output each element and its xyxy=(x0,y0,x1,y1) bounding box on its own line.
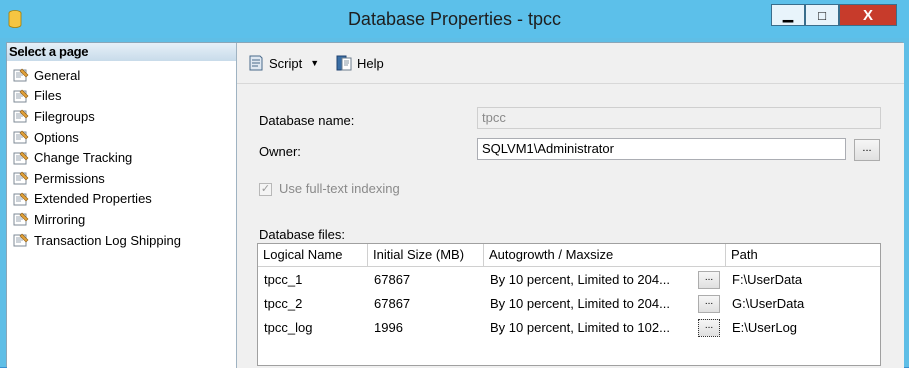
page-item-label: Transaction Log Shipping xyxy=(34,232,181,248)
page-wrench-icon xyxy=(13,130,29,144)
database-name-label: Database name: xyxy=(259,113,355,128)
page-item-files[interactable]: Files xyxy=(13,86,181,107)
path-cell[interactable]: G:\UserData xyxy=(726,292,880,316)
table-row[interactable]: tpcc_log 1996 By 10 percent, Limited to … xyxy=(258,316,880,340)
autogrowth-cell: By 10 percent, Limited to 204... xyxy=(490,272,670,287)
page-item-extended-properties[interactable]: Extended Properties xyxy=(13,189,181,210)
maximize-button[interactable]: □ xyxy=(805,4,839,26)
script-label: Script xyxy=(269,55,303,71)
database-files-grid: Logical Name Initial Size (MB) Autogrowt… xyxy=(257,243,881,366)
page-item-change-tracking[interactable]: Change Tracking xyxy=(13,147,181,168)
files-page-pane: Script ▼ Help Database name: tpcc Owner:… xyxy=(237,43,904,368)
page-wrench-icon xyxy=(13,192,29,206)
page-item-filegroups[interactable]: Filegroups xyxy=(13,106,181,127)
column-header-path[interactable]: Path xyxy=(726,244,880,266)
page-wrench-icon xyxy=(13,68,29,82)
owner-label: Owner: xyxy=(259,144,301,159)
column-header-initial-size[interactable]: Initial Size (MB) xyxy=(368,244,484,266)
owner-field[interactable]: SQLVM1\Administrator xyxy=(477,138,846,160)
grid-header: Logical Name Initial Size (MB) Autogrowt… xyxy=(258,244,880,267)
autogrowth-edit-button[interactable]: ... xyxy=(698,319,720,337)
page-item-label: Options xyxy=(34,129,79,145)
page-item-label: Extended Properties xyxy=(34,191,152,207)
help-button[interactable]: Help xyxy=(335,54,384,72)
page-item-mirroring[interactable]: Mirroring xyxy=(13,209,181,230)
database-files-label: Database files: xyxy=(259,227,345,242)
page-item-label: Files xyxy=(34,88,62,104)
autogrowth-edit-button[interactable]: ... xyxy=(698,295,720,313)
table-row[interactable]: tpcc_2 67867 By 10 percent, Limited to 2… xyxy=(258,292,880,316)
minimize-icon: ▁ xyxy=(783,7,793,22)
page-wrench-icon xyxy=(13,171,29,185)
path-cell[interactable]: E:\UserLog xyxy=(726,316,880,340)
maximize-icon: □ xyxy=(818,7,826,23)
owner-browse-button[interactable]: ... xyxy=(854,139,880,161)
chevron-down-icon[interactable]: ▼ xyxy=(310,58,319,68)
minimize-button[interactable]: ▁ xyxy=(771,4,805,26)
page-wrench-icon xyxy=(13,233,29,247)
page-item-label: Change Tracking xyxy=(34,150,133,166)
logical-name-cell[interactable]: tpcc_log xyxy=(258,316,368,340)
toolbar: Script ▼ Help xyxy=(237,43,904,84)
logical-name-cell[interactable]: tpcc_2 xyxy=(258,292,368,316)
column-header-logical-name[interactable]: Logical Name xyxy=(258,244,368,266)
dialog-client-area: Select a page General Files Filegroups O… xyxy=(6,42,904,368)
page-item-permissions[interactable]: Permissions xyxy=(13,168,181,189)
fulltext-checkbox: ✓ xyxy=(259,183,272,196)
page-item-label: Permissions xyxy=(34,170,105,186)
database-properties-window: Database Properties - tpcc ▁ □ X Select … xyxy=(0,0,909,368)
page-item-label: Filegroups xyxy=(34,108,95,124)
page-item-general[interactable]: General xyxy=(13,65,181,86)
script-icon xyxy=(249,55,263,71)
page-selector-pane: Select a page General Files Filegroups O… xyxy=(7,43,237,368)
page-item-label: Mirroring xyxy=(34,211,86,227)
fulltext-label: Use full-text indexing xyxy=(279,181,400,196)
autogrowth-cell: By 10 percent, Limited to 102... xyxy=(490,320,670,335)
page-list: General Files Filegroups Options Change … xyxy=(13,65,181,250)
page-item-transaction-log-shipping[interactable]: Transaction Log Shipping xyxy=(13,230,181,251)
page-wrench-icon xyxy=(13,213,29,226)
page-wrench-icon xyxy=(13,151,29,165)
script-button[interactable]: Script ▼ xyxy=(247,54,319,72)
autogrowth-edit-button[interactable]: ... xyxy=(698,271,720,289)
table-row[interactable]: tpcc_1 67867 By 10 percent, Limited to 2… xyxy=(258,268,880,292)
close-icon: X xyxy=(862,6,873,24)
page-wrench-icon xyxy=(13,89,29,103)
page-item-label: General xyxy=(34,67,81,83)
close-button[interactable]: X xyxy=(839,4,897,26)
initial-size-cell[interactable]: 67867 xyxy=(368,292,484,316)
help-book-icon xyxy=(336,55,352,71)
help-label: Help xyxy=(357,55,384,71)
initial-size-cell[interactable]: 67867 xyxy=(368,268,484,292)
page-wrench-icon xyxy=(13,110,29,123)
column-header-autogrowth[interactable]: Autogrowth / Maxsize xyxy=(484,244,726,266)
database-name-field: tpcc xyxy=(477,107,881,129)
page-item-options[interactable]: Options xyxy=(13,127,181,148)
path-cell[interactable]: F:\UserData xyxy=(726,268,880,292)
title-bar[interactable]: Database Properties - tpcc ▁ □ X xyxy=(0,0,909,38)
select-page-header: Select a page xyxy=(7,43,236,61)
logical-name-cell[interactable]: tpcc_1 xyxy=(258,268,368,292)
autogrowth-cell: By 10 percent, Limited to 204... xyxy=(490,296,670,311)
files-content: Database name: tpcc Owner: SQLVM1\Admini… xyxy=(237,84,904,368)
initial-size-cell[interactable]: 1996 xyxy=(368,316,484,340)
